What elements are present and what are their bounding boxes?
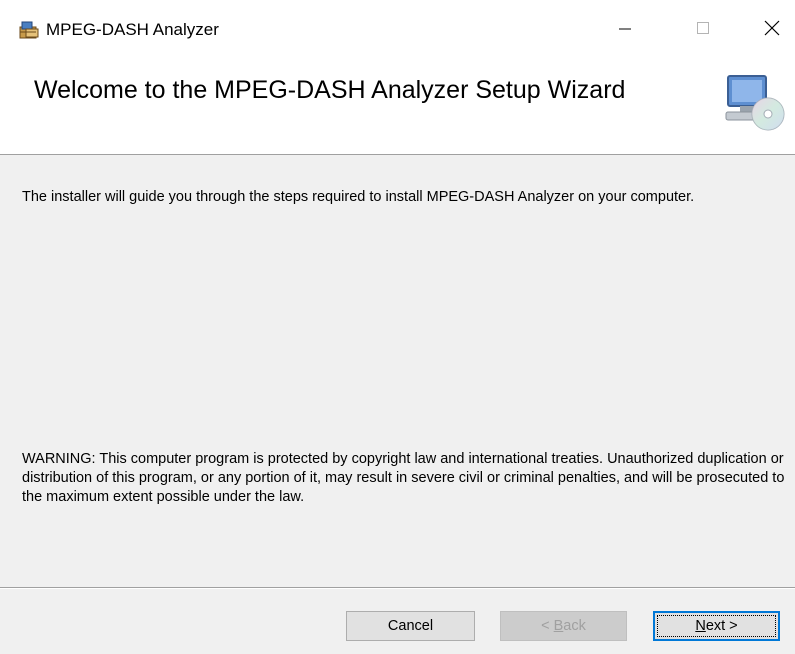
close-button[interactable] — [749, 10, 795, 50]
close-icon — [764, 20, 780, 41]
page-title: Welcome to the MPEG-DASH Analyzer Setup … — [34, 76, 626, 104]
window-title: MPEG-DASH Analyzer — [46, 20, 219, 39]
minimize-icon — [618, 21, 632, 40]
installer-package-icon — [18, 18, 40, 40]
maximize-button[interactable] — [680, 10, 726, 50]
computer-cd-setup-icon — [722, 70, 786, 134]
next-button[interactable]: Next > — [653, 611, 780, 641]
back-button: < Back — [500, 611, 627, 641]
cancel-button-label: Cancel — [387, 618, 434, 634]
minimize-button[interactable] — [602, 10, 648, 50]
setup-wizard-window: MPEG-DASH Analyzer Welcome to the MPEG-D… — [0, 0, 795, 654]
title-bar[interactable]: MPEG-DASH Analyzer — [0, 0, 795, 58]
wizard-header: Welcome to the MPEG-DASH Analyzer Setup … — [0, 58, 795, 155]
back-button-label: < Back — [541, 618, 586, 634]
intro-text: The installer will guide you through the… — [22, 189, 695, 205]
maximize-icon — [696, 21, 710, 40]
copyright-warning-text: WARNING: This computer program is protec… — [22, 451, 785, 505]
focus-ring — [657, 615, 776, 637]
cancel-button[interactable]: Cancel — [346, 611, 475, 641]
wizard-body: The installer will guide you through the… — [0, 156, 795, 586]
button-separator — [0, 587, 795, 589]
